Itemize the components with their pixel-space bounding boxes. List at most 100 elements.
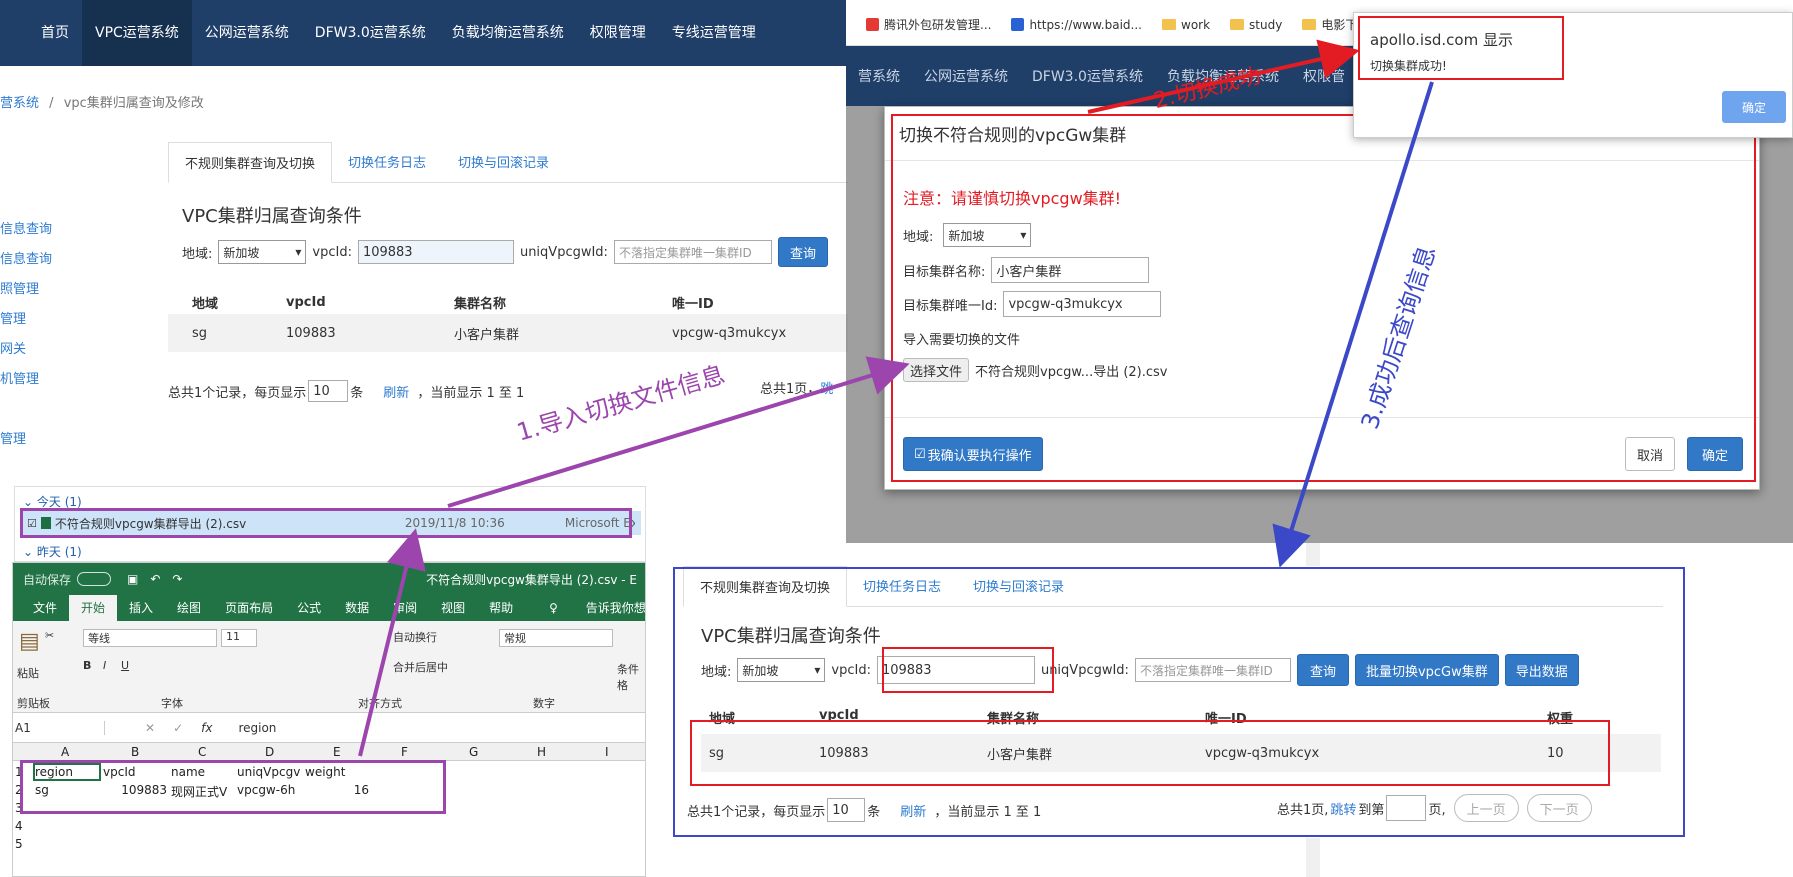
bookmark[interactable]: work <box>1162 16 1210 33</box>
tab-rollback[interactable]: 切换与回滚记录 <box>442 142 565 182</box>
cut-icon[interactable]: ✂ <box>45 629 54 642</box>
pager: 总共1个记录，每页显示 10 条 刷新 ，当前显示 1 至 1 <box>168 380 524 402</box>
italic-icon[interactable]: I <box>103 659 106 672</box>
group-label: 对齐方式 <box>358 697 402 710</box>
col-header[interactable]: I <box>605 745 609 759</box>
nav-item[interactable]: DFW3.0运营系统 <box>1020 66 1155 86</box>
nav-lb[interactable]: 负载均衡运营系统 <box>439 0 577 66</box>
col-header[interactable]: H <box>537 745 546 759</box>
col-header[interactable]: C <box>198 745 206 759</box>
tell-me-label: 告诉我你想要做什 <box>585 601 646 615</box>
query-button[interactable]: 查询 <box>777 237 828 267</box>
function-icon[interactable]: fx <box>201 721 212 735</box>
ribbon-tab[interactable]: 审阅 <box>381 595 429 621</box>
cancel-icon[interactable]: ✕ <box>145 721 155 735</box>
tab-irregular[interactable]: 不规则集群查询及切换 <box>168 142 333 183</box>
ribbon-tab[interactable]: 文件 <box>21 595 69 621</box>
nav-public[interactable]: 公网运营系统 <box>192 0 302 66</box>
sidebar-item[interactable]: 机管理 <box>0 368 39 387</box>
col-header[interactable]: A <box>61 745 69 759</box>
undo-icon[interactable]: ↶ <box>150 572 160 586</box>
nav-permission[interactable]: 权限管理 <box>577 0 659 66</box>
cell: 109883 <box>286 325 336 341</box>
nav-dfw[interactable]: DFW3.0运营系统 <box>302 0 439 66</box>
col-header[interactable]: G <box>469 745 478 759</box>
col-uid: 唯一ID <box>672 296 714 312</box>
pager-unit: 条 <box>350 385 364 401</box>
row-header[interactable]: 5 <box>15 837 23 851</box>
ribbon-tab[interactable]: 插入 <box>117 595 165 621</box>
page-size-input[interactable]: 10 <box>308 380 349 402</box>
bookmark-label: study <box>1249 17 1283 32</box>
vpcid-highlight-frame <box>882 647 1054 693</box>
breadcrumb-link[interactable]: 营系统 <box>0 96 39 111</box>
merge-center-button[interactable]: 合并后居中 <box>393 659 448 675</box>
font-size-select[interactable]: 11 <box>221 629 257 647</box>
paste-label[interactable]: 粘贴 <box>17 665 39 681</box>
ribbon-tab[interactable]: 视图 <box>429 595 477 621</box>
formula-bar: A1 ✕ ✓ fx region <box>13 713 645 743</box>
col-cluster: 集群名称 <box>454 296 507 312</box>
formula-input[interactable]: region <box>238 721 276 735</box>
region-label: 地域: <box>182 246 213 262</box>
refresh-link[interactable]: 刷新 <box>383 382 409 401</box>
clipboard-icon[interactable]: ▤ <box>19 629 40 654</box>
group-yesterday[interactable]: ⌄ 昨天 (1) <box>23 543 82 560</box>
nav-vpc[interactable]: VPC运营系统 <box>82 0 192 66</box>
col-header[interactable]: F <box>401 745 408 759</box>
ribbon-tab[interactable]: 公式 <box>285 595 333 621</box>
sidebar-item[interactable]: 管理 <box>0 308 26 327</box>
col-header[interactable]: E <box>333 745 341 759</box>
uniq-input[interactable]: 不落指定集群唯一集群ID <box>613 240 772 264</box>
group-yesterday-label: 昨天 (1) <box>36 545 82 559</box>
col-header[interactable]: D <box>265 745 274 759</box>
sidebar-item[interactable]: 管理 <box>0 428 26 447</box>
top-nav: 首页 VPC运营系统 公网运营系统 DFW3.0运营系统 负载均衡运营系统 权限… <box>0 0 850 66</box>
nav-dedicated[interactable]: 专线运营管理 <box>659 0 769 66</box>
tab-task-log[interactable]: 切换任务日志 <box>332 142 442 182</box>
enter-icon[interactable]: ✓ <box>173 721 183 735</box>
ribbon-tab[interactable]: 帮助 <box>477 595 525 621</box>
tell-me[interactable]: ♀ 告诉我你想要做什 <box>525 595 646 621</box>
bookmark-label: https://www.baid... <box>1029 17 1142 32</box>
bookmark[interactable]: 电影下 <box>1302 16 1357 33</box>
breadcrumb-sep: / <box>49 96 54 111</box>
col-header[interactable]: B <box>131 745 139 759</box>
font-select[interactable]: 等线 <box>83 629 217 647</box>
pager-total: 总共1个记录，每页显示 <box>168 385 307 401</box>
nav-item[interactable]: 权限管 <box>1291 66 1357 86</box>
sidebar-item[interactable]: 信息查询 <box>0 248 52 267</box>
breadcrumb: 营系统 / vpc集群归属查询及修改 <box>0 92 204 111</box>
number-format-select[interactable]: 常规 <box>499 629 613 647</box>
translate-icon <box>1011 18 1025 31</box>
bookmark[interactable]: 腾讯外包研发管理... <box>866 16 991 33</box>
autosave-toggle[interactable] <box>77 572 112 586</box>
vpcid-input[interactable]: 109883 <box>357 240 514 264</box>
row-header[interactable]: 4 <box>15 819 23 833</box>
bold-icon[interactable]: B <box>83 659 91 672</box>
ribbon-tab[interactable]: 页面布局 <box>213 595 285 621</box>
nav-item[interactable]: 营系统 <box>846 66 912 86</box>
bookmark-label: 腾讯外包研发管理... <box>884 18 992 32</box>
redo-icon[interactable]: ↷ <box>172 572 182 586</box>
ribbon-tab[interactable]: 数据 <box>333 595 381 621</box>
wrap-text-button[interactable]: 自动换行 <box>393 629 437 645</box>
sidebar-item[interactable]: 照管理 <box>0 278 39 297</box>
save-icon[interactable]: ▣ <box>127 572 138 586</box>
jump-link[interactable]: 跳 <box>820 382 833 397</box>
ribbon-tab[interactable]: 开始 <box>69 595 118 621</box>
bookmark[interactable]: study <box>1230 16 1282 33</box>
sidebar-item[interactable]: 信息查询 <box>0 218 52 237</box>
underline-icon[interactable]: U <box>121 659 129 672</box>
nav-item[interactable]: 公网运营系统 <box>912 66 1020 86</box>
ribbon-tab[interactable]: 绘图 <box>165 595 213 621</box>
cond-format-button[interactable]: 条件格 <box>617 661 645 693</box>
name-box[interactable]: A1 <box>13 720 105 735</box>
sidebar-item[interactable]: 网关 <box>0 338 26 357</box>
bookmark[interactable]: https://www.baid... <box>1011 16 1142 33</box>
region-select[interactable]: 新加坡 ▾ <box>218 240 307 264</box>
nav-home[interactable]: 首页 <box>28 0 82 66</box>
chevron-down-icon: ▾ <box>295 245 302 259</box>
vpcid-label: vpcId: <box>312 244 352 260</box>
alert-ok-button[interactable]: 确定 <box>1722 91 1786 123</box>
